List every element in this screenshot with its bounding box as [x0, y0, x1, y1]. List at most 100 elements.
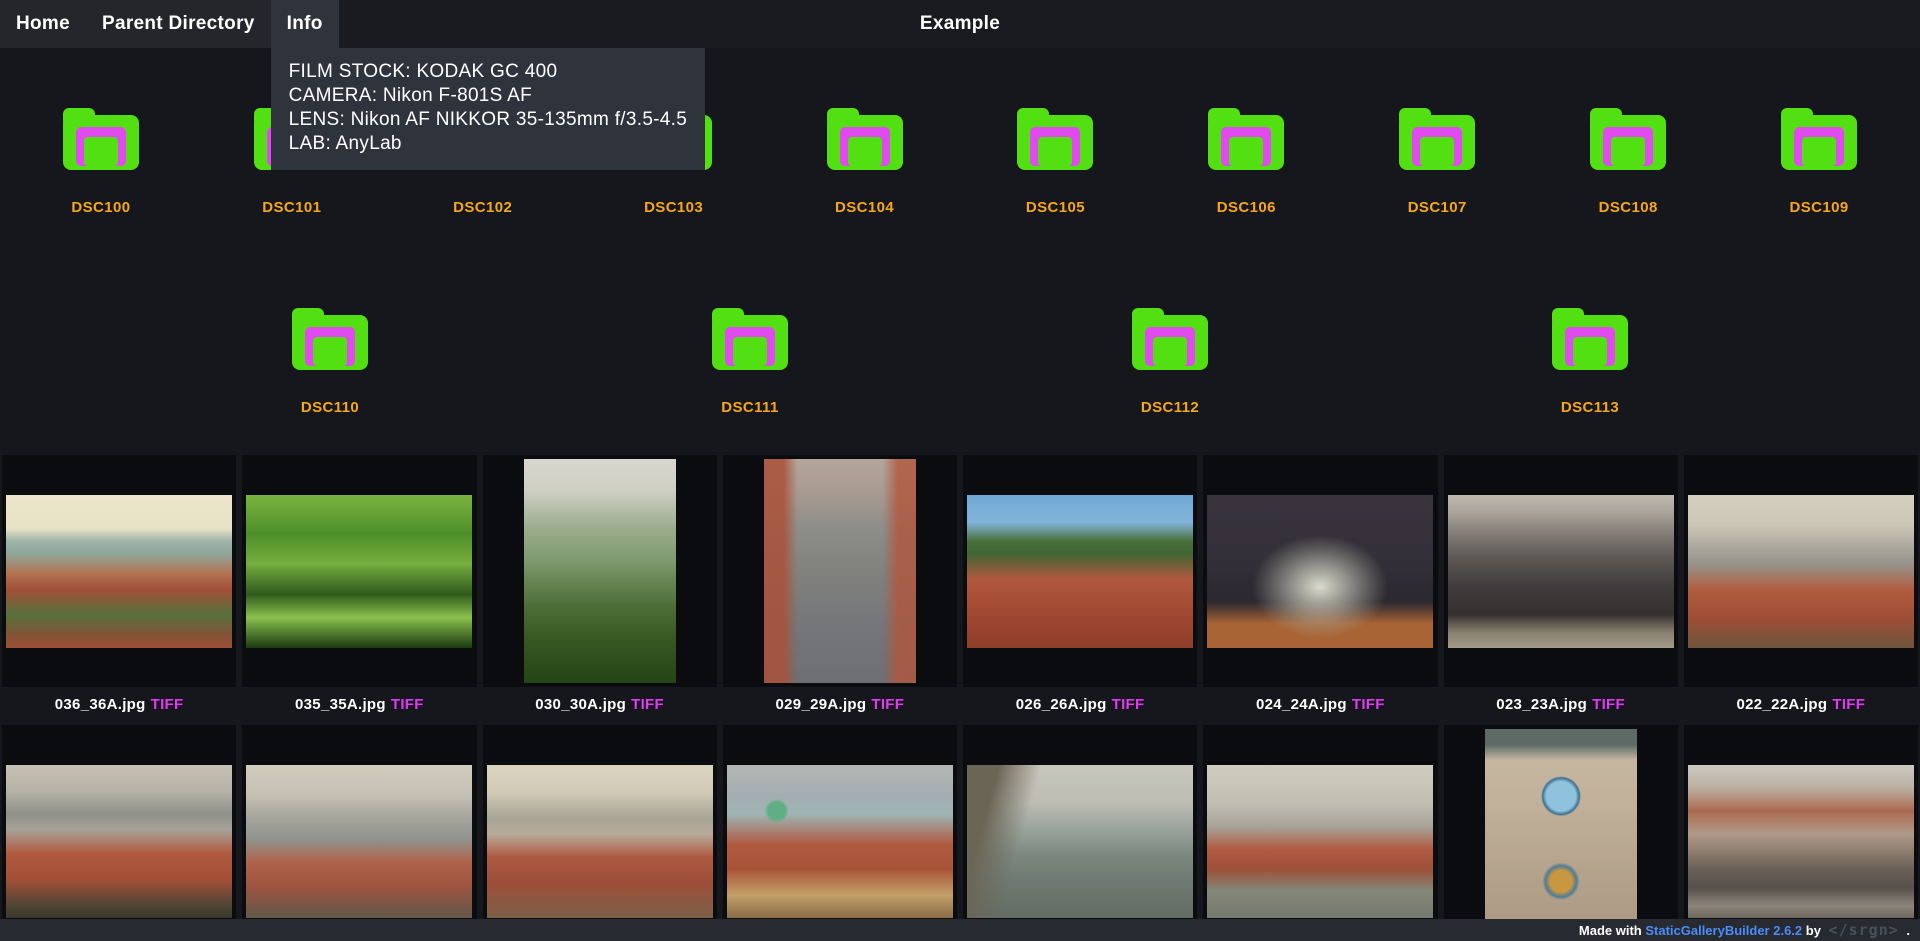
folder-name-label: DSC109 [1729, 199, 1909, 216]
thumbnail-item[interactable] [723, 725, 957, 941]
folder-item-dsc108[interactable]: DSC108 [1538, 106, 1718, 251]
thumbnail-caption: 030_30A.jpgTIFF [483, 687, 717, 725]
photo-thumbnail-image [764, 459, 916, 683]
top-navbar: Home Parent Directory Info FILM STOCK: K… [0, 0, 1920, 48]
info-panel-line: FILM STOCK: KODAK GC 400 [289, 60, 687, 84]
thumbnail-caption: 024_24A.jpgTIFF [1203, 687, 1437, 725]
thumbnail-filename: 036_36A.jpg [55, 696, 146, 713]
thumbnail-item-030_30A[interactable]: 030_30A.jpgTIFF [483, 455, 717, 725]
folder-item-dsc106[interactable]: DSC106 [1156, 106, 1336, 251]
photo-thumbnail-image [1207, 495, 1433, 648]
folder-name-label: DSC105 [965, 199, 1145, 216]
photo-thumbnail-image [487, 765, 713, 918]
info-panel-line: CAMERA: Nikon F-801S AF [289, 84, 687, 108]
thumbnail-item-029_29A[interactable]: 029_29A.jpgTIFF [723, 455, 957, 725]
folder-item-dsc107[interactable]: DSC107 [1347, 106, 1527, 251]
folder-item-dsc111[interactable]: DSC111 [660, 306, 840, 451]
photo-thumbnail-image [727, 765, 953, 918]
thumbnail-frame [1444, 725, 1678, 941]
folder-name-label: DSC107 [1347, 199, 1527, 216]
footer-made-with-text: Made with [1579, 923, 1645, 938]
photo-thumbnail-image [6, 765, 232, 918]
folder-item-dsc109[interactable]: DSC109 [1729, 106, 1909, 251]
folder-item-dsc105[interactable]: DSC105 [965, 106, 1145, 251]
photo-thumbnail-image [6, 495, 232, 648]
thumbnail-frame [723, 455, 957, 687]
thumbnail-item-023_23A[interactable]: 023_23A.jpg TIFF [1444, 455, 1678, 725]
folder-item-dsc112[interactable]: DSC112 [1080, 306, 1260, 451]
photo-thumbnail-image [967, 765, 1193, 918]
thumbnail-item-024_24A[interactable]: 024_24A.jpgTIFF [1203, 455, 1437, 725]
thumbnail-format-badge: TIFF [391, 696, 424, 713]
srgn-logo[interactable]: </srgn> [1829, 921, 1899, 939]
thumbnail-caption: 022_22A.jpgTIFF [1684, 687, 1918, 725]
folder-item-dsc100[interactable]: DSC100 [11, 106, 191, 251]
folder-icon [1548, 306, 1632, 372]
folder-icon [59, 106, 143, 172]
folder-name-label: DSC110 [240, 399, 420, 416]
thumbnail-item[interactable] [963, 725, 1197, 941]
thumbnail-frame [1203, 725, 1437, 941]
photo-thumbnail-image [1448, 495, 1674, 648]
nav-item-label: Parent Directory [102, 13, 255, 34]
thumbnail-format-badge: TIFF [1832, 696, 1865, 713]
thumbnail-item-022_22A[interactable]: 022_22A.jpgTIFF [1684, 455, 1918, 725]
thumbnail-frame [1444, 455, 1678, 687]
thumbnail-frame [1684, 455, 1918, 687]
info-dropdown-panel: FILM STOCK: KODAK GC 400CAMERA: Nikon F-… [271, 48, 705, 170]
info-panel-line: LAB: AnyLab [289, 132, 687, 156]
thumbnail-filename: 023_23A.jpg [1496, 696, 1587, 713]
thumbnail-format-badge: TIFF [1592, 696, 1625, 713]
nav-item-info[interactable]: Info FILM STOCK: KODAK GC 400CAMERA: Nik… [271, 0, 339, 48]
folder-name-label: DSC103 [584, 199, 764, 216]
thumbnail-caption: 036_36A.jpg TIFF [2, 687, 236, 725]
thumbnail-filename: 026_26A.jpg [1016, 696, 1107, 713]
nav-item-label: Info [287, 13, 323, 34]
thumbnail-item-026_26A[interactable]: 026_26A.jpgTIFF [963, 455, 1197, 725]
folder-item-dsc113[interactable]: DSC113 [1500, 306, 1680, 451]
folder-icon [1777, 106, 1861, 172]
photo-thumbnail-image [524, 459, 676, 683]
thumbnail-caption: 026_26A.jpgTIFF [963, 687, 1197, 725]
thumbnail-format-badge: TIFF [871, 696, 904, 713]
photo-thumbnail-image [246, 765, 472, 918]
thumbnail-filename: 024_24A.jpg [1256, 696, 1347, 713]
footer-bar: Made with StaticGalleryBuilder 2.6.2 by … [0, 919, 1920, 941]
nav-item-home[interactable]: Home [0, 0, 86, 48]
thumbnail-caption: 035_35A.jpgTIFF [242, 687, 476, 725]
thumbnail-frame [2, 725, 236, 941]
thumbnail-item-036_36A[interactable]: 036_36A.jpg TIFF [2, 455, 236, 725]
photo-thumbnail-image [1207, 765, 1433, 918]
thumbnail-filename: 029_29A.jpg [776, 696, 867, 713]
thumbnail-frame [242, 725, 476, 941]
thumbnail-frame [242, 455, 476, 687]
thumbnail-format-badge: TIFF [151, 696, 184, 713]
folder-name-label: DSC111 [660, 399, 840, 416]
thumbnail-caption: 023_23A.jpg TIFF [1444, 687, 1678, 725]
thumbnail-frame [1684, 725, 1918, 941]
thumbnail-item[interactable] [1684, 725, 1918, 941]
thumbnail-item[interactable] [1444, 725, 1678, 941]
folder-item-dsc110[interactable]: DSC110 [240, 306, 420, 451]
thumbnail-item[interactable] [242, 725, 476, 941]
thumbnail-grid: 036_36A.jpg TIFF 035_35A.jpgTIFF 030_30A.… [0, 455, 1920, 941]
folder-name-label: DSC106 [1156, 199, 1336, 216]
thumbnail-item[interactable] [483, 725, 717, 941]
thumbnail-item[interactable] [1203, 725, 1437, 941]
thumbnail-frame [1203, 455, 1437, 687]
thumbnail-frame [723, 725, 957, 941]
folder-name-label: DSC100 [11, 199, 191, 216]
thumbnail-item[interactable] [2, 725, 236, 941]
nav-item-parent-directory[interactable]: Parent Directory [86, 0, 271, 48]
folder-item-dsc104[interactable]: DSC104 [775, 106, 955, 251]
thumbnail-frame [2, 455, 236, 687]
folder-name-label: DSC112 [1080, 399, 1260, 416]
info-panel-line: LENS: Nikon AF NIKKOR 35-135mm f/3.5-4.5 [289, 108, 687, 132]
folder-icon [1586, 106, 1670, 172]
folder-icon [708, 306, 792, 372]
page-title: Example [920, 0, 1000, 48]
footer-period-text: . [1903, 923, 1910, 938]
nav-menu: Home Parent Directory Info FILM STOCK: K… [0, 0, 339, 48]
builder-credit-link[interactable]: StaticGalleryBuilder 2.6.2 [1645, 923, 1802, 938]
thumbnail-item-035_35A[interactable]: 035_35A.jpgTIFF [242, 455, 476, 725]
